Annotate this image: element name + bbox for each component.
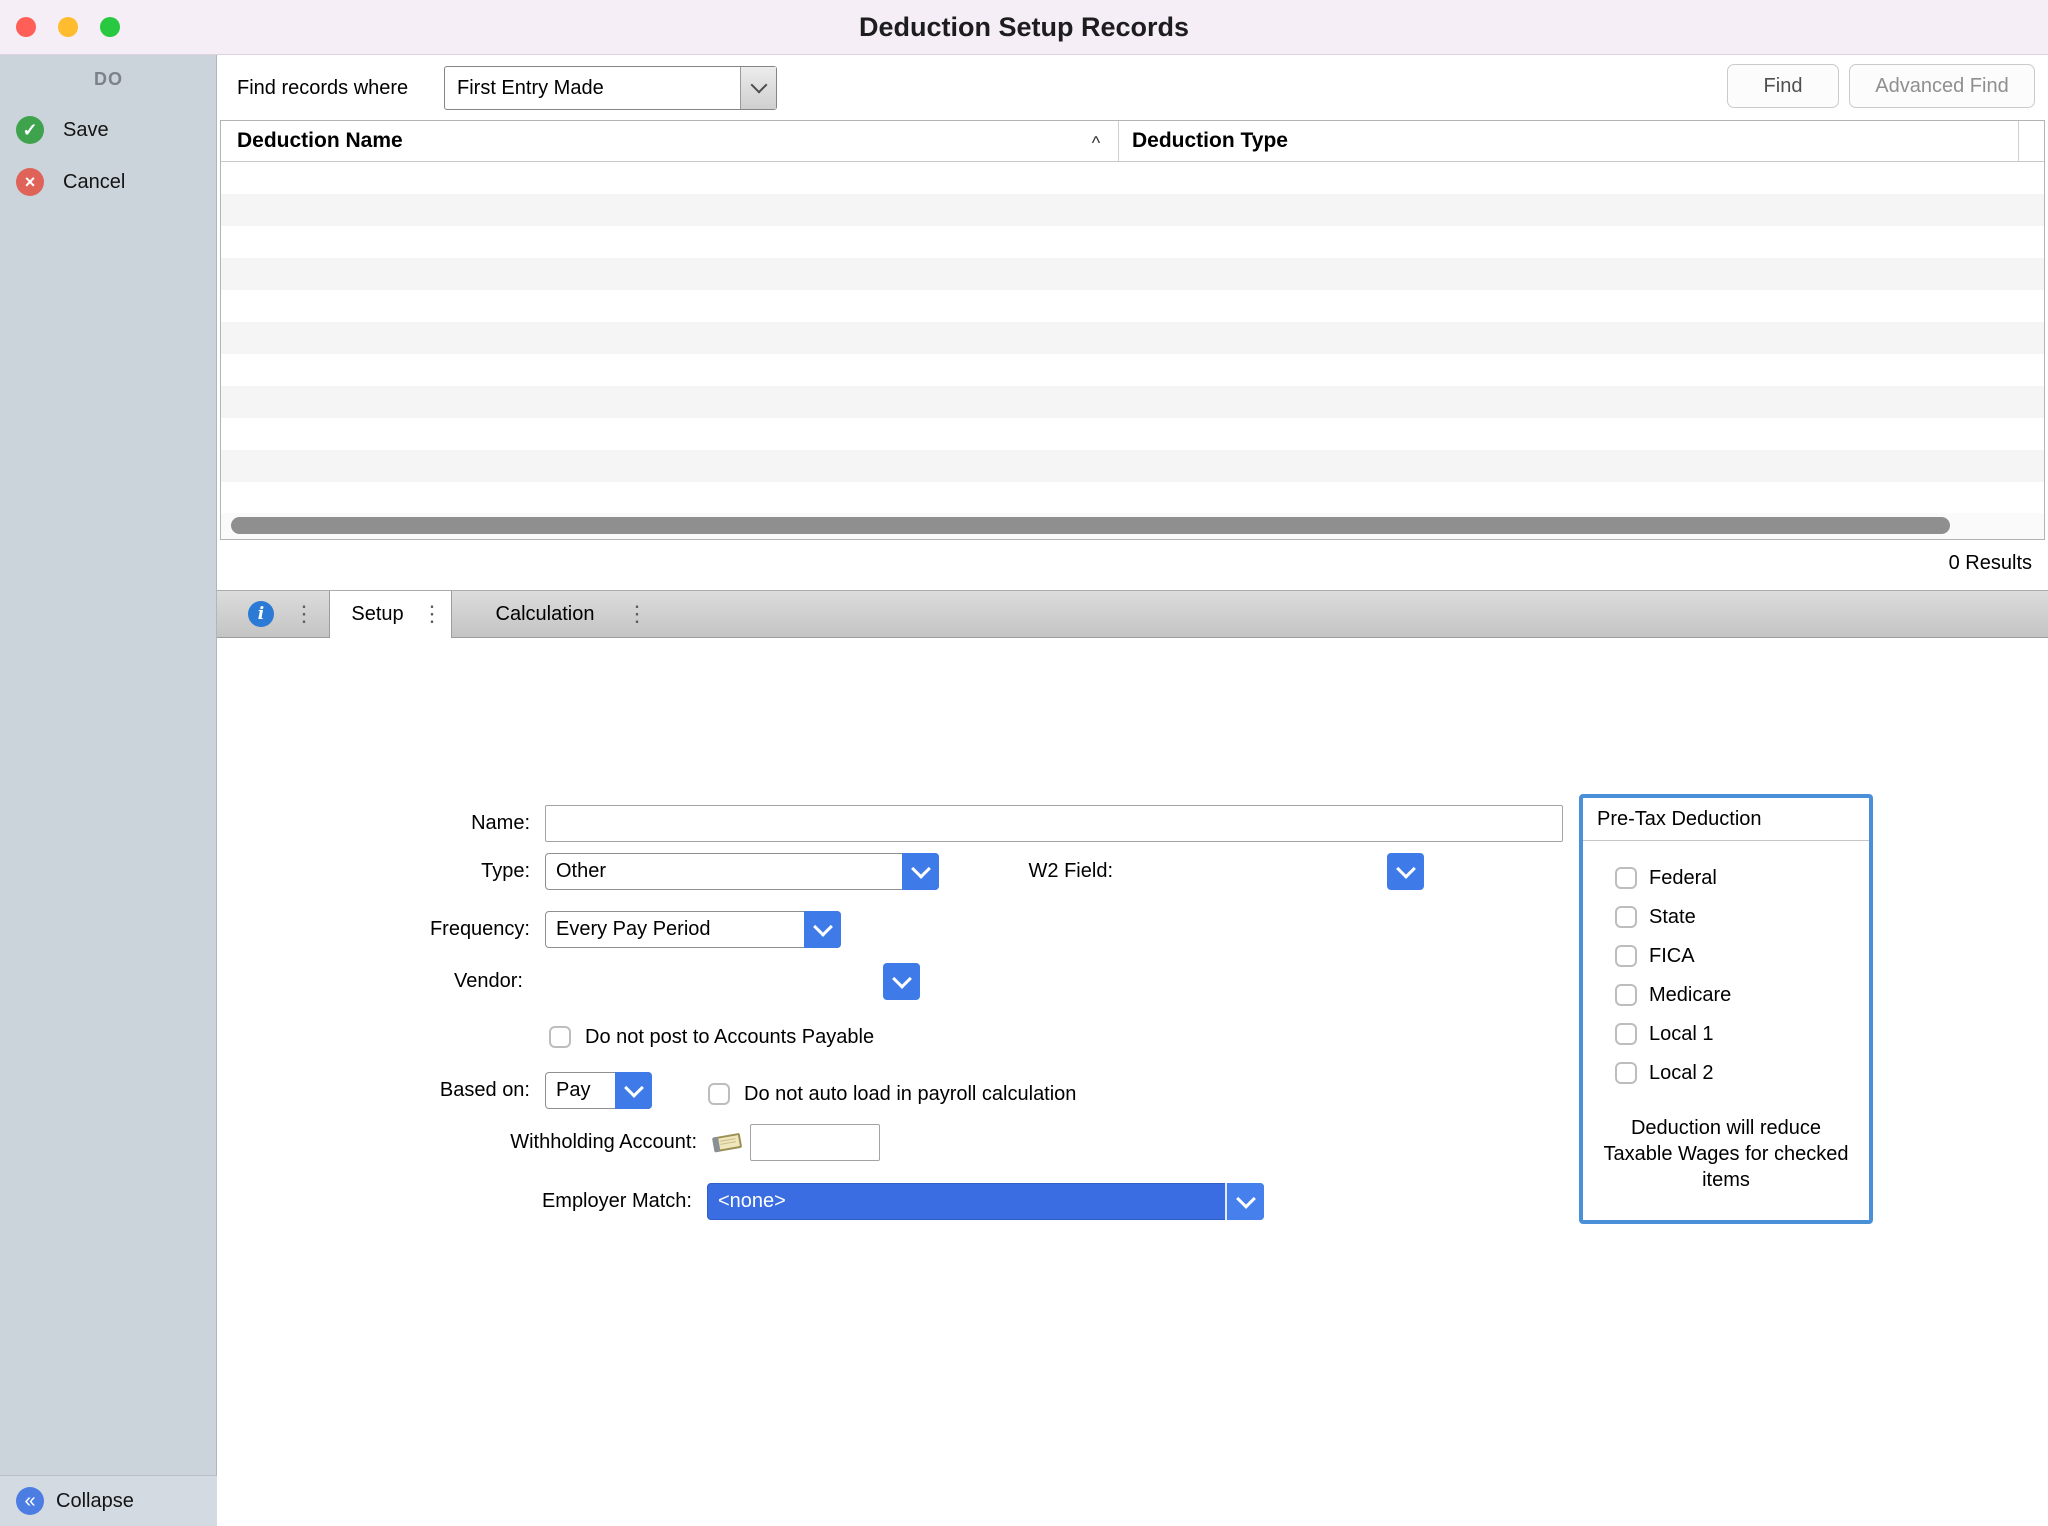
- tab-bar: i ⋮ Setup ⋮ Calculation ⋮: [217, 590, 2048, 638]
- name-label: Name:: [320, 805, 530, 842]
- type-label: Type:: [320, 853, 530, 890]
- advanced-find-button[interactable]: Advanced Find: [1849, 64, 2035, 108]
- medicare-checkbox[interactable]: [1615, 984, 1637, 1006]
- collapse-button[interactable]: « Collapse: [0, 1475, 217, 1526]
- fica-checkbox[interactable]: [1615, 945, 1637, 967]
- sidebar: DO ✓ Save × Cancel « Collapse: [0, 55, 217, 1526]
- tab-calculation-label: Calculation: [460, 591, 630, 637]
- pre-tax-deduction-panel: Pre-Tax Deduction Federal State FICA Med…: [1579, 794, 1873, 1224]
- titlebar: Deduction Setup Records: [0, 0, 2048, 55]
- save-check-icon: ✓: [16, 116, 44, 144]
- cancel-button[interactable]: × Cancel: [0, 160, 217, 204]
- do-not-post-checkbox[interactable]: [549, 1026, 571, 1048]
- vendor-label: Vendor:: [313, 963, 523, 1000]
- name-input[interactable]: [545, 805, 1563, 842]
- dots-handle-icon: ⋮: [293, 591, 315, 637]
- table-body-empty: [221, 162, 2044, 513]
- employer-match-label: Employer Match:: [432, 1183, 692, 1220]
- fica-label: FICA: [1649, 937, 1695, 976]
- employer-match-dropdown[interactable]: <none>: [707, 1183, 1264, 1220]
- do-not-post-label: Do not post to Accounts Payable: [585, 1021, 874, 1053]
- horizontal-scrollbar-thumb[interactable]: [231, 517, 1950, 534]
- column-header-deduction-type[interactable]: Deduction Type: [1132, 121, 1288, 161]
- find-button[interactable]: Find: [1727, 64, 1839, 108]
- pre-tax-panel-title: Pre-Tax Deduction: [1583, 798, 1869, 841]
- column-header-deduction-name[interactable]: Deduction Name: [237, 121, 403, 161]
- pre-tax-item-medicare: Medicare: [1583, 976, 1869, 1015]
- federal-checkbox[interactable]: [1615, 867, 1637, 889]
- collapse-chevrons-icon: «: [16, 1487, 44, 1515]
- employer-match-value: <none>: [718, 1184, 786, 1219]
- window-title: Deduction Setup Records: [0, 0, 2048, 55]
- frequency-dropdown[interactable]: Every Pay Period: [545, 911, 841, 948]
- do-not-auto-load-label: Do not auto load in payroll calculation: [744, 1078, 1076, 1110]
- dots-handle-icon: ⋮: [421, 591, 443, 637]
- based-on-label: Based on:: [320, 1072, 530, 1109]
- federal-label: Federal: [1649, 859, 1717, 898]
- results-table: Deduction Name ^ Deduction Type: [220, 120, 2045, 540]
- dropdown-button[interactable]: [804, 911, 841, 948]
- w2-field-label: W2 Field:: [900, 853, 1113, 890]
- frequency-value: Every Pay Period: [556, 912, 711, 947]
- chevron-down-icon: [813, 917, 833, 937]
- find-filter-value: First Entry Made: [457, 67, 604, 109]
- local1-checkbox[interactable]: [1615, 1023, 1637, 1045]
- local1-label: Local 1: [1649, 1015, 1714, 1054]
- tab-setup-label: Setup: [330, 591, 425, 637]
- find-records-where-label: Find records where: [237, 66, 408, 110]
- withholding-account-input[interactable]: [750, 1124, 880, 1161]
- based-on-dropdown[interactable]: Pay: [545, 1072, 652, 1109]
- cancel-x-icon: ×: [16, 168, 44, 196]
- pre-tax-note: Deduction will reduce Taxable Wages for …: [1583, 1115, 1869, 1193]
- medicare-label: Medicare: [1649, 976, 1731, 1015]
- w2-field-dropdown-button[interactable]: [1387, 853, 1424, 890]
- tab-setup[interactable]: Setup ⋮: [329, 591, 452, 638]
- find-filter-dropdown[interactable]: First Entry Made: [444, 66, 777, 110]
- type-dropdown[interactable]: Other: [545, 853, 939, 890]
- save-button[interactable]: ✓ Save: [0, 108, 217, 152]
- chevron-down-icon: [750, 77, 767, 94]
- tab-calculation[interactable]: Calculation ⋮: [460, 591, 656, 637]
- chevron-down-icon: [1396, 859, 1416, 879]
- pre-tax-checkbox-list: Federal State FICA Medicare Local 1 Loca…: [1583, 859, 1869, 1093]
- pre-tax-item-state: State: [1583, 898, 1869, 937]
- chevron-down-icon: [892, 969, 912, 989]
- vendor-dropdown-button[interactable]: [883, 963, 920, 1000]
- pre-tax-item-fica: FICA: [1583, 937, 1869, 976]
- dropdown-button[interactable]: [740, 67, 776, 109]
- frequency-label: Frequency:: [320, 911, 530, 948]
- dropdown-button[interactable]: [615, 1072, 652, 1109]
- based-on-value: Pay: [556, 1073, 590, 1108]
- dots-handle-icon: ⋮: [626, 591, 648, 637]
- chevron-down-icon: [624, 1078, 644, 1098]
- pre-tax-item-local2: Local 2: [1583, 1054, 1869, 1093]
- ledger-book-icon[interactable]: [710, 1128, 746, 1161]
- cancel-button-label: Cancel: [63, 160, 125, 204]
- table-header-row: Deduction Name ^ Deduction Type: [221, 121, 2044, 162]
- collapse-button-label: Collapse: [56, 1476, 134, 1526]
- type-value: Other: [556, 854, 606, 889]
- column-divider: [2018, 121, 2019, 161]
- dropdown-button[interactable]: [1225, 1183, 1264, 1220]
- do-not-auto-load-checkbox[interactable]: [708, 1083, 730, 1105]
- state-checkbox[interactable]: [1615, 906, 1637, 928]
- chevron-down-icon: [1236, 1189, 1256, 1209]
- column-divider: [1118, 121, 1119, 161]
- withholding-account-label: Withholding Account:: [437, 1124, 697, 1161]
- local2-checkbox[interactable]: [1615, 1062, 1637, 1084]
- sidebar-header: DO: [0, 69, 217, 90]
- horizontal-scrollbar-track: [221, 513, 2044, 539]
- sort-ascending-icon[interactable]: ^: [1081, 121, 1111, 161]
- results-count: 0 Results: [1949, 552, 2032, 575]
- state-label: State: [1649, 898, 1696, 937]
- pre-tax-item-federal: Federal: [1583, 859, 1869, 898]
- save-button-label: Save: [63, 108, 109, 152]
- pre-tax-item-local1: Local 1: [1583, 1015, 1869, 1054]
- info-icon[interactable]: i: [248, 601, 274, 627]
- local2-label: Local 2: [1649, 1054, 1714, 1093]
